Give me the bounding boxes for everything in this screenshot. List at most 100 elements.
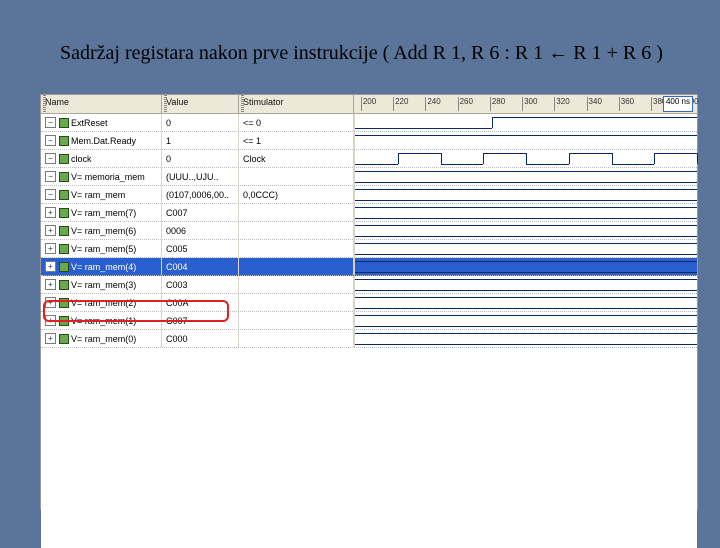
- signal-stimulator-cell[interactable]: [239, 330, 354, 347]
- signal-stimulator-cell[interactable]: [239, 222, 354, 239]
- signal-value-cell[interactable]: C005: [162, 240, 239, 257]
- ruler-tick: 340: [587, 97, 602, 111]
- collapse-icon[interactable]: [45, 117, 56, 128]
- signal-value-cell[interactable]: C004: [162, 258, 239, 275]
- signal-stimulator-cell[interactable]: [239, 294, 354, 311]
- signal-stimulator-cell[interactable]: [239, 258, 354, 275]
- waveform-area[interactable]: [354, 132, 697, 149]
- expand-icon[interactable]: [45, 279, 56, 290]
- header-stimulator[interactable]: Stimulator: [239, 95, 354, 113]
- waveform-area[interactable]: [354, 240, 697, 257]
- signal-value-cell[interactable]: 0006: [162, 222, 239, 239]
- header-value[interactable]: Value: [162, 95, 239, 113]
- signal-row[interactable]: V= ram_mem(5)C005: [41, 240, 697, 258]
- signal-stimulator-cell[interactable]: <= 1: [239, 132, 354, 149]
- expand-icon[interactable]: [45, 333, 56, 344]
- grip-icon: [43, 95, 46, 113]
- waveform-area[interactable]: [354, 186, 697, 203]
- signal-type-icon: [59, 136, 69, 146]
- collapse-icon[interactable]: [45, 171, 56, 182]
- waveform-area[interactable]: [354, 258, 697, 275]
- signal-name-cell[interactable]: V= ram_mem(7): [41, 204, 162, 221]
- signal-type-icon: [59, 190, 69, 200]
- signal-type-icon: [59, 244, 69, 254]
- signal-row[interactable]: V= memoria_mem(UUU..,UJU..: [41, 168, 697, 186]
- waveform-area[interactable]: [354, 330, 697, 347]
- signal-name-cell[interactable]: V= ram_mem(2): [41, 294, 162, 311]
- signal-type-icon: [59, 280, 69, 290]
- signal-stimulator-cell[interactable]: [239, 312, 354, 329]
- signal-name-label: V= ram_mem(7): [71, 208, 136, 218]
- signal-name-cell[interactable]: Mem.Dat.Ready: [41, 132, 162, 149]
- waveform-area[interactable]: [354, 294, 697, 311]
- signal-value-cell[interactable]: (0107,0006,00..: [162, 186, 239, 203]
- signal-stimulator-cell[interactable]: <= 0: [239, 114, 354, 131]
- time-marker[interactable]: 400 ns: [663, 96, 693, 112]
- signal-name-cell[interactable]: V= ram_mem(3): [41, 276, 162, 293]
- signal-name-cell[interactable]: V= ram_mem(4): [41, 258, 162, 275]
- signal-row[interactable]: V= ram_mem(7) C007: [41, 204, 697, 222]
- signal-value-cell[interactable]: C000: [162, 330, 239, 347]
- header-name[interactable]: Name: [41, 95, 162, 113]
- signal-value-cell[interactable]: C003: [162, 276, 239, 293]
- signal-row[interactable]: clock0Clock: [41, 150, 697, 168]
- signal-value-cell[interactable]: C00A: [162, 294, 239, 311]
- expand-icon[interactable]: [45, 243, 56, 254]
- signal-name-cell[interactable]: ExtReset: [41, 114, 162, 131]
- signal-stimulator-cell[interactable]: Clock: [239, 150, 354, 167]
- signal-stimulator-cell[interactable]: [239, 240, 354, 257]
- signal-name-cell[interactable]: V= ram_mem(0): [41, 330, 162, 347]
- signal-name-label: V= ram_mem(3): [71, 280, 136, 290]
- ruler-tick: 360: [619, 97, 634, 111]
- ruler-tick: 220: [393, 97, 408, 111]
- waveform-area[interactable]: [354, 168, 697, 185]
- signal-stimulator-cell[interactable]: [239, 204, 354, 221]
- signal-type-icon: [59, 226, 69, 236]
- signal-name-label: V= ram_mem(1): [71, 316, 136, 326]
- signal-value-cell[interactable]: C007: [162, 204, 239, 221]
- waveform-area[interactable]: [354, 312, 697, 329]
- signal-name-cell[interactable]: clock: [41, 150, 162, 167]
- signal-row[interactable]: V= ram_mem(4)C004: [41, 258, 697, 276]
- waveform-area[interactable]: [354, 204, 697, 221]
- signal-name-cell[interactable]: V= memoria_mem: [41, 168, 162, 185]
- ruler-tick: 260: [458, 97, 473, 111]
- waveform-area[interactable]: [354, 114, 697, 131]
- signal-name-cell[interactable]: V= ram_mem(5): [41, 240, 162, 257]
- signal-row[interactable]: V= ram_mem(3) C003: [41, 276, 697, 294]
- signal-row[interactable]: V= ram_mem(0107,0006,00..0,0CCC): [41, 186, 697, 204]
- waveform-area[interactable]: [354, 150, 697, 167]
- signal-row[interactable]: ExtReset0<= 0: [41, 114, 697, 132]
- signal-value-cell[interactable]: (UUU..,UJU..: [162, 168, 239, 185]
- signal-value-cell[interactable]: C007: [162, 312, 239, 329]
- signal-stimulator-cell[interactable]: [239, 276, 354, 293]
- signal-stimulator-cell[interactable]: [239, 168, 354, 185]
- collapse-icon[interactable]: [45, 135, 56, 146]
- signal-value-cell[interactable]: 0: [162, 150, 239, 167]
- signal-type-icon: [59, 316, 69, 326]
- collapse-icon[interactable]: [45, 189, 56, 200]
- signal-name-cell[interactable]: V= ram_mem: [41, 186, 162, 203]
- signal-stimulator-cell[interactable]: 0,0CCC): [239, 186, 354, 203]
- signal-name-label: V= ram_mem(6): [71, 226, 136, 236]
- signal-row[interactable]: V= ram_mem(6) 0006: [41, 222, 697, 240]
- signal-row[interactable]: V= ram_mem(0) C000: [41, 330, 697, 348]
- signal-name-label: V= ram_mem(0): [71, 334, 136, 344]
- expand-icon[interactable]: [45, 315, 56, 326]
- collapse-icon[interactable]: [45, 153, 56, 164]
- expand-icon[interactable]: [45, 297, 56, 308]
- waveform-area[interactable]: [354, 276, 697, 293]
- signal-value-cell[interactable]: 1: [162, 132, 239, 149]
- signal-name-cell[interactable]: V= ram_mem(1): [41, 312, 162, 329]
- timeline-ruler[interactable]: 200220240260280300320340360380400 400 ns: [354, 95, 697, 113]
- signal-row[interactable]: V= ram_mem(2)C00A: [41, 294, 697, 312]
- waveform-area[interactable]: [354, 222, 697, 239]
- signal-name-cell[interactable]: V= ram_mem(6): [41, 222, 162, 239]
- expand-icon[interactable]: [45, 261, 56, 272]
- signal-row[interactable]: V= ram_mem(1) C007: [41, 312, 697, 330]
- ruler-tick: 300: [522, 97, 537, 111]
- expand-icon[interactable]: [45, 225, 56, 236]
- signal-value-cell[interactable]: 0: [162, 114, 239, 131]
- expand-icon[interactable]: [45, 207, 56, 218]
- signal-row[interactable]: Mem.Dat.Ready1<= 1: [41, 132, 697, 150]
